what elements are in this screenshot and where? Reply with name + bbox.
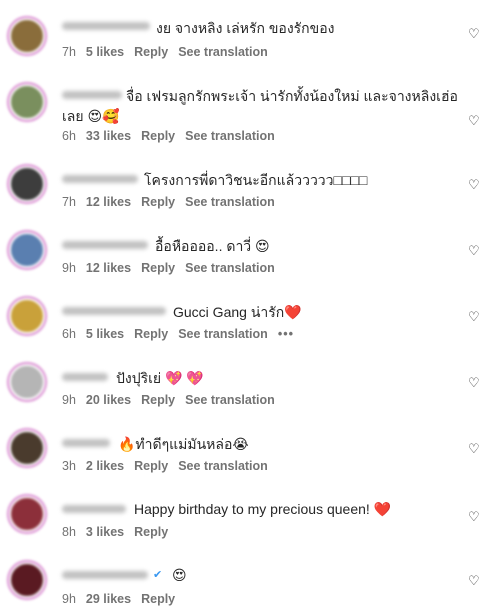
see-translation-button[interactable]: See translation	[185, 261, 275, 275]
avatar[interactable]	[9, 18, 45, 54]
avatar[interactable]	[9, 562, 45, 598]
heart-outline-icon[interactable]: ♡	[468, 376, 480, 389]
username[interactable]	[62, 373, 108, 381]
comment-text-line1: จื่อ เฟรมลูกรักพระเจ้า น่ารักทั้งน้องใหม…	[126, 88, 458, 104]
likes-count[interactable]: 20 likes	[86, 393, 131, 407]
username[interactable]	[62, 91, 122, 99]
comment-meta: 6h 5 likes Reply See translation •••	[62, 327, 294, 341]
username[interactable]	[62, 241, 148, 249]
likes-count[interactable]: 29 likes	[86, 592, 131, 606]
heart-outline-icon[interactable]: ♡	[468, 510, 480, 523]
heart-outline-icon[interactable]: ♡	[468, 442, 480, 455]
avatar[interactable]	[9, 84, 45, 120]
username[interactable]	[62, 175, 138, 183]
reply-button[interactable]: Reply	[134, 45, 168, 59]
username[interactable]	[62, 22, 150, 30]
avatar[interactable]	[9, 166, 45, 202]
likes-count[interactable]: 3 likes	[86, 525, 124, 539]
avatar[interactable]	[9, 430, 45, 466]
username[interactable]	[62, 439, 110, 447]
comment-time[interactable]: 7h	[62, 195, 76, 209]
comment-text: Gucci Gang น่ารัก❤️	[173, 304, 302, 320]
comment-time[interactable]: 9h	[62, 393, 76, 407]
avatar[interactable]	[9, 232, 45, 268]
heart-outline-icon[interactable]: ♡	[468, 178, 480, 191]
comment-text: อื้อหืออออ.. ดาวี่ 😍	[155, 238, 270, 254]
avatar[interactable]	[9, 298, 45, 334]
see-translation-button[interactable]: See translation	[178, 45, 268, 59]
reply-button[interactable]: Reply	[141, 195, 175, 209]
reply-button[interactable]: Reply	[134, 525, 168, 539]
comment-text: 🔥ทำดีๆแม่มันหล่อ😭	[118, 436, 249, 452]
comment-time[interactable]: 3h	[62, 459, 76, 473]
heart-outline-icon[interactable]: ♡	[468, 27, 480, 40]
comment-text: งย จางหลิง เล่หรัก ของรักของ	[156, 20, 335, 36]
see-translation-button[interactable]: See translation	[185, 393, 275, 407]
comment-time[interactable]: 9h	[62, 261, 76, 275]
comment-meta: 8h 3 likes Reply	[62, 525, 178, 539]
heart-outline-icon[interactable]: ♡	[468, 244, 480, 257]
likes-count[interactable]: 33 likes	[86, 129, 131, 143]
comment-text: 😍	[172, 567, 187, 583]
see-translation-button[interactable]: See translation	[178, 459, 268, 473]
see-translation-button[interactable]: See translation	[178, 327, 268, 341]
username[interactable]	[62, 571, 148, 579]
see-translation-button[interactable]: See translation	[185, 195, 275, 209]
username[interactable]	[62, 307, 166, 315]
heart-outline-icon[interactable]: ♡	[468, 310, 480, 323]
comment-text: ปังปุริเย่ 💖 💖	[116, 370, 204, 386]
comment-meta: 3h 2 likes Reply See translation	[62, 459, 268, 473]
comment-meta: 9h 20 likes Reply See translation	[62, 393, 275, 407]
see-translation-button[interactable]: See translation	[185, 129, 275, 143]
comment-meta: 6h 33 likes Reply See translation	[62, 129, 275, 143]
comment-time[interactable]: 7h	[62, 45, 76, 59]
likes-count[interactable]: 5 likes	[86, 45, 124, 59]
comment-meta: 7h 5 likes Reply See translation	[62, 45, 268, 59]
verified-badge-icon: ✔	[153, 569, 163, 581]
likes-count[interactable]: 5 likes	[86, 327, 124, 341]
comment-text-line2: เลย 😍🥰	[62, 108, 120, 124]
heart-outline-icon[interactable]: ♡	[468, 574, 480, 587]
avatar[interactable]	[9, 364, 45, 400]
comment-time[interactable]: 8h	[62, 525, 76, 539]
comment-meta: 7h 12 likes Reply See translation	[62, 195, 275, 209]
reply-button[interactable]: Reply	[141, 261, 175, 275]
reply-button[interactable]: Reply	[141, 129, 175, 143]
comment-time[interactable]: 6h	[62, 327, 76, 341]
username[interactable]	[62, 505, 126, 513]
more-options-icon[interactable]: •••	[278, 327, 294, 341]
comment-time[interactable]: 9h	[62, 592, 76, 606]
reply-button[interactable]: Reply	[134, 459, 168, 473]
reply-button[interactable]: Reply	[134, 327, 168, 341]
reply-button[interactable]: Reply	[141, 592, 175, 606]
likes-count[interactable]: 12 likes	[86, 195, 131, 209]
heart-outline-icon[interactable]: ♡	[468, 114, 480, 127]
likes-count[interactable]: 2 likes	[86, 459, 124, 473]
likes-count[interactable]: 12 likes	[86, 261, 131, 275]
reply-button[interactable]: Reply	[141, 393, 175, 407]
comment-text: Happy birthday to my precious queen! ❤️	[134, 501, 392, 517]
comment-meta: 9h 29 likes Reply	[62, 592, 185, 606]
comment-meta: 9h 12 likes Reply See translation	[62, 261, 275, 275]
avatar[interactable]	[9, 496, 45, 532]
comment-time[interactable]: 6h	[62, 129, 76, 143]
comment-text: โครงการพี่ดาวิชนะอีกแล้ววววว□□□□	[144, 172, 368, 188]
